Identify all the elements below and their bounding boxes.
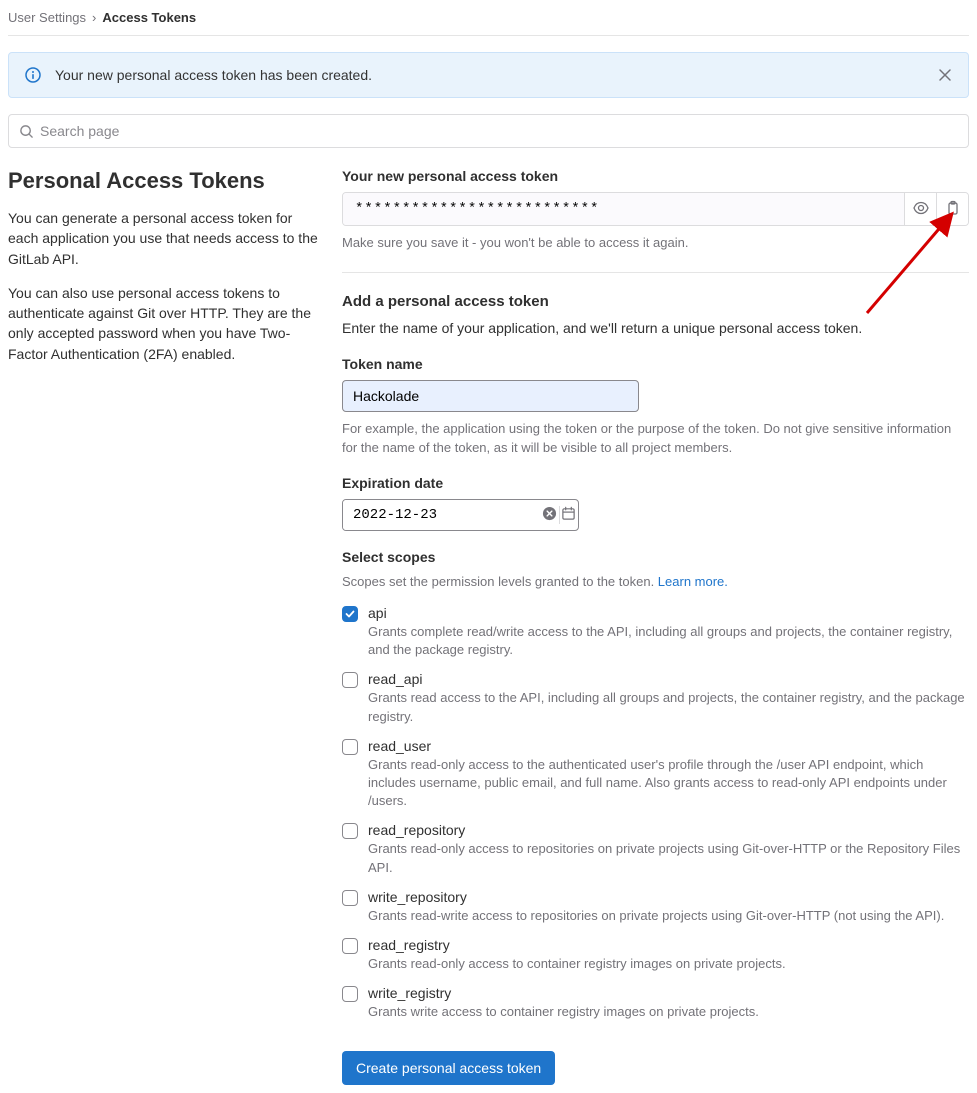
reveal-token-button[interactable]: [904, 193, 936, 225]
scope-name[interactable]: read_repository: [368, 822, 969, 838]
info-icon: [25, 67, 41, 83]
sidebar-para2: You can also use personal access tokens …: [8, 283, 318, 364]
alert-message: Your new personal access token has been …: [55, 67, 372, 83]
scope-desc: Grants write access to container registr…: [368, 1003, 969, 1021]
scope-checkbox-read_registry[interactable]: [342, 938, 358, 954]
breadcrumb-current: Access Tokens: [102, 10, 196, 25]
scopes-desc: Scopes set the permission levels granted…: [342, 573, 969, 591]
scope-name[interactable]: read_registry: [368, 937, 969, 953]
scope-item-write_registry: write_registry Grants write access to con…: [342, 985, 969, 1021]
copy-token-button[interactable]: [936, 193, 968, 225]
token-name-hint: For example, the application using the t…: [342, 420, 969, 456]
eye-icon: [913, 200, 929, 219]
scope-name[interactable]: api: [368, 605, 969, 621]
scope-desc: Grants read-write access to repositories…: [368, 907, 969, 925]
calendar-button[interactable]: [559, 506, 578, 524]
scopes-heading: Select scopes: [342, 549, 969, 565]
divider: [342, 272, 969, 273]
clipboard-icon: [945, 200, 961, 219]
chevron-right-icon: ›: [92, 10, 96, 25]
token-display: [342, 192, 969, 226]
scope-desc: Grants read access to the API, including…: [368, 689, 969, 725]
sidebar-para1: You can generate a personal access token…: [8, 208, 318, 269]
search-page[interactable]: [8, 114, 969, 148]
expiration-input[interactable]: [343, 500, 540, 530]
expiration-label: Expiration date: [342, 475, 969, 491]
scope-checkbox-read_api[interactable]: [342, 672, 358, 688]
breadcrumb-parent[interactable]: User Settings: [8, 10, 86, 25]
calendar-icon: [561, 506, 576, 524]
scope-name[interactable]: read_api: [368, 671, 969, 687]
scope-checkbox-write_repository[interactable]: [342, 890, 358, 906]
expiration-field[interactable]: [342, 499, 579, 531]
scope-name[interactable]: write_registry: [368, 985, 969, 1001]
token-name-label: Token name: [342, 356, 969, 372]
scope-item-read_registry: read_registry Grants read-only access to …: [342, 937, 969, 973]
sidebar-description: Personal Access Tokens You can generate …: [8, 168, 318, 1085]
search-input[interactable]: [40, 123, 958, 139]
scope-desc: Grants read-only access to repositories …: [368, 840, 969, 876]
scope-checkbox-write_registry[interactable]: [342, 986, 358, 1002]
scope-desc: Grants read-only access to container reg…: [368, 955, 969, 973]
scope-item-write_repository: write_repository Grants read-write access…: [342, 889, 969, 925]
scope-name[interactable]: read_user: [368, 738, 969, 754]
success-alert: Your new personal access token has been …: [8, 52, 969, 98]
learn-more-link[interactable]: Learn more.: [658, 574, 728, 589]
scope-name[interactable]: write_repository: [368, 889, 969, 905]
token-value-input[interactable]: [343, 193, 904, 225]
scope-item-api: api Grants complete read/write access to …: [342, 605, 969, 659]
create-token-button[interactable]: Create personal access token: [342, 1051, 555, 1085]
clear-date-button[interactable]: [540, 506, 559, 524]
add-token-heading: Add a personal access token: [342, 293, 969, 310]
new-token-label: Your new personal access token: [342, 168, 969, 184]
clear-icon: [542, 506, 557, 524]
scope-desc: Grants complete read/write access to the…: [368, 623, 969, 659]
token-name-input[interactable]: [342, 380, 639, 412]
scope-desc: Grants read-only access to the authentic…: [368, 756, 969, 811]
page-title: Personal Access Tokens: [8, 168, 318, 194]
breadcrumb: User Settings › Access Tokens: [8, 8, 969, 36]
add-token-desc: Enter the name of your application, and …: [342, 318, 969, 338]
search-icon: [19, 124, 34, 139]
scope-checkbox-read_user[interactable]: [342, 739, 358, 755]
scope-checkbox-read_repository[interactable]: [342, 823, 358, 839]
close-icon[interactable]: [938, 68, 952, 82]
scope-item-read_user: read_user Grants read-only access to the …: [342, 738, 969, 811]
scope-checkbox-api[interactable]: [342, 606, 358, 622]
token-save-hint: Make sure you save it - you won't be abl…: [342, 234, 969, 252]
scope-item-read_api: read_api Grants read access to the API, i…: [342, 671, 969, 725]
scope-item-read_repository: read_repository Grants read-only access t…: [342, 822, 969, 876]
